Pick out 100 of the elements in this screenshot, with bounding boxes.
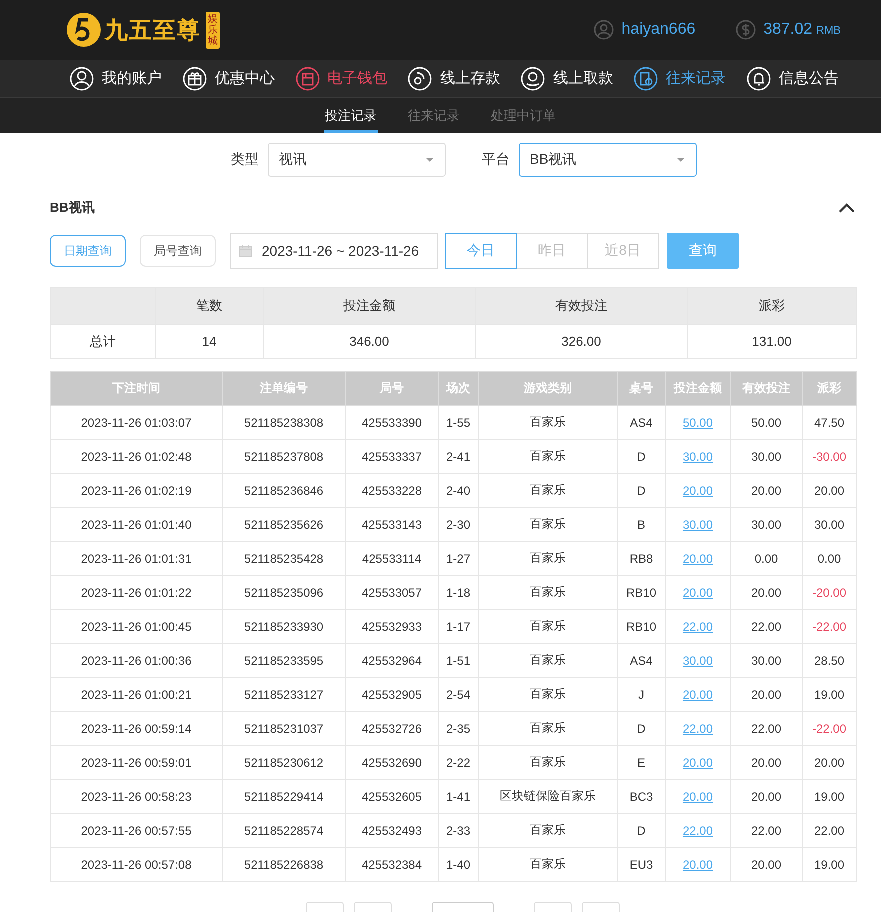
amount-link[interactable]: 20.00	[682, 858, 714, 872]
mode-tab[interactable]: 局号查询	[140, 235, 216, 267]
table-cell: J	[618, 678, 666, 712]
table-cell: 总计	[50, 324, 156, 358]
caret-icon	[425, 157, 435, 163]
column-header: 笔数	[156, 288, 264, 324]
nav-item[interactable]: 信息公告	[744, 64, 841, 92]
nav-item[interactable]: 电子钱包	[294, 64, 390, 92]
table-cell: 521185236846	[222, 474, 346, 508]
field-label: 类型	[231, 151, 259, 169]
tab[interactable]: 投注记录	[324, 101, 378, 133]
table-cell: 2023-11-26 00:59:14	[50, 712, 222, 746]
section-title: BB视讯	[50, 199, 95, 217]
table-cell: RB10	[618, 576, 666, 610]
table-cell: 0.00	[802, 542, 856, 576]
amount-link[interactable]: 22.00	[682, 620, 714, 634]
gift-icon	[182, 66, 207, 90]
dropdown[interactable]: BB视讯	[519, 143, 697, 177]
table-cell: -20.00	[802, 576, 856, 610]
logo-icon	[66, 12, 102, 48]
table-cell: 30.00	[730, 508, 802, 542]
table-cell: 521185230612	[222, 746, 346, 780]
table-cell: 19.00	[802, 848, 856, 882]
range-button[interactable]: 今日	[445, 233, 517, 269]
table-cell: E	[618, 746, 666, 780]
table-cell: 20.00	[730, 746, 802, 780]
table-cell: AS4	[618, 406, 666, 440]
table-cell: 区块链保险百家乐	[478, 780, 618, 814]
range-button[interactable]: 昨日	[516, 233, 588, 269]
table-cell: 百家乐	[478, 644, 618, 678]
field-label: 平台	[482, 151, 510, 169]
search-button[interactable]: 查询	[667, 233, 739, 269]
table-cell: 521185226838	[222, 848, 346, 882]
table-cell: 521185231037	[222, 712, 346, 746]
document-icon	[634, 66, 658, 90]
table-cell: D	[618, 712, 666, 746]
nav-item[interactable]: 我的账户	[68, 64, 164, 92]
table-cell: 2023-11-26 01:00:21	[50, 678, 222, 712]
table-cell: 1-41	[438, 780, 478, 814]
mode-tab[interactable]: 日期查询	[50, 235, 126, 267]
table-cell: 425533390	[346, 406, 438, 440]
table-cell: 425532384	[346, 848, 438, 882]
balance: 387.02 RMB	[764, 21, 841, 39]
table-cell: 2-22	[438, 746, 478, 780]
amount-link[interactable]: 20.00	[682, 484, 714, 498]
coin-icon	[521, 66, 546, 90]
date-range-field[interactable]: 2023-11-26 ~ 2023-11-26	[230, 233, 438, 269]
caret-icon	[676, 157, 686, 163]
table-cell: 2-54	[438, 678, 478, 712]
amount-link[interactable]: 50.00	[682, 416, 714, 430]
range-button[interactable]: 近8日	[587, 233, 659, 269]
username[interactable]: haiyan666	[622, 21, 696, 39]
table-cell: 30.00	[802, 508, 856, 542]
table-cell: 425532690	[346, 746, 438, 780]
amount-link[interactable]: 30.00	[682, 654, 714, 668]
table-cell: 2023-11-26 01:01:31	[50, 542, 222, 576]
table-cell: 2023-11-26 00:59:01	[50, 746, 222, 780]
nav-item[interactable]: 往来记录	[632, 64, 728, 92]
nav-item[interactable]: 线上存款	[406, 64, 502, 92]
table-cell: 47.50	[802, 406, 856, 440]
table-cell: 百家乐	[478, 508, 618, 542]
table-cell: 521185228574	[222, 814, 346, 848]
table-cell: BC3	[618, 780, 666, 814]
amount-link[interactable]: 20.00	[682, 586, 714, 600]
tab[interactable]: 处理中订单	[490, 101, 557, 133]
table-cell: 521185235096	[222, 576, 346, 610]
dropdown[interactable]: 视讯	[268, 143, 446, 177]
table-cell: 521185233930	[222, 610, 346, 644]
amount-link[interactable]: 20.00	[682, 552, 714, 566]
table-cell: 425533057	[346, 576, 438, 610]
table-cell: 2023-11-26 01:02:48	[50, 440, 222, 474]
table-cell: 1-18	[438, 576, 478, 610]
table-cell: 1-40	[438, 848, 478, 882]
table-cell: 1-55	[438, 406, 478, 440]
table-cell: 131.00	[688, 324, 856, 358]
collapse-icon[interactable]	[838, 202, 856, 214]
table-cell: 0.00	[730, 542, 802, 576]
amount-link[interactable]: 20.00	[682, 756, 714, 770]
amount-link[interactable]: 22.00	[682, 824, 714, 838]
table-cell: AS4	[618, 644, 666, 678]
amount-link[interactable]: 20.00	[682, 790, 714, 804]
table-cell: 425533114	[346, 542, 438, 576]
table-cell: 2023-11-26 01:01:40	[50, 508, 222, 542]
table-cell: 425533143	[346, 508, 438, 542]
table-cell: 百家乐	[478, 814, 618, 848]
table-cell: 20.00	[802, 474, 856, 508]
table-cell: 2-40	[438, 474, 478, 508]
table-cell: 20.00	[802, 746, 856, 780]
table-cell: RB8	[618, 542, 666, 576]
nav-item[interactable]: 优惠中心	[180, 64, 277, 92]
amount-link[interactable]: 30.00	[682, 518, 714, 532]
table-cell: 425532905	[346, 678, 438, 712]
amount-link[interactable]: 20.00	[682, 688, 714, 702]
amount-link[interactable]: 22.00	[682, 722, 714, 736]
tab[interactable]: 往来记录	[407, 101, 461, 133]
table-cell: 2-33	[438, 814, 478, 848]
amount-link[interactable]: 30.00	[682, 450, 714, 464]
table-cell: 22.00	[802, 814, 856, 848]
table-cell: 425532726	[346, 712, 438, 746]
nav-item[interactable]: 线上取款	[519, 64, 616, 92]
